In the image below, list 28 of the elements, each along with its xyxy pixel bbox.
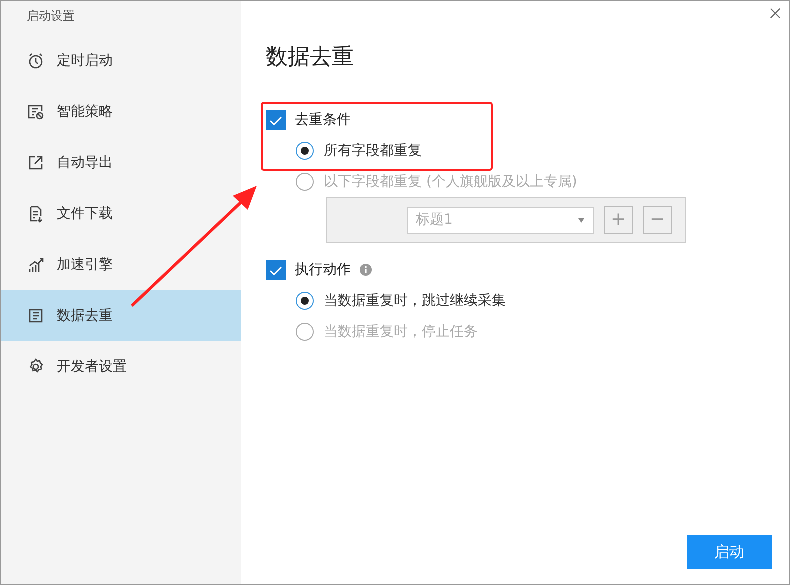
checkbox[interactable]	[266, 110, 286, 130]
radio-button[interactable]	[296, 292, 314, 310]
sidebar-item[interactable]: 智能策略	[1, 86, 241, 137]
document-block-icon	[27, 102, 45, 120]
radio-label: 当数据重复时，跳过继续采集	[324, 292, 506, 310]
radio-button[interactable]	[296, 142, 314, 160]
sidebar-item[interactable]: 定时启动	[1, 35, 241, 86]
close-icon[interactable]	[770, 8, 781, 19]
export-icon	[27, 154, 45, 172]
sidebar-item[interactable]: 加速引擎	[1, 239, 241, 290]
window-title: 启动设置	[26, 8, 76, 25]
info-icon[interactable]	[360, 264, 372, 276]
sidebar-item[interactable]: 数据去重	[1, 290, 241, 341]
checkbox[interactable]	[266, 260, 286, 280]
settings-icon	[27, 358, 45, 376]
radio-label: 以下字段都重复 (个人旗舰版及以上专属)	[324, 172, 578, 190]
checkbox-label: 执行动作	[295, 261, 351, 279]
list-icon	[27, 306, 45, 324]
sidebar-item[interactable]: 文件下载	[1, 188, 241, 239]
sidebar-item[interactable]: 自动导出	[1, 137, 241, 188]
sidebar-item[interactable]: 开发者设置	[1, 341, 241, 392]
page-heading: 数据去重	[266, 44, 355, 72]
checkbox-label: 去重条件	[295, 111, 351, 129]
radio-label: 所有字段都重复	[324, 142, 422, 160]
chart-up-icon	[27, 256, 45, 274]
radio-label: 当数据重复时，停止任务	[324, 322, 478, 340]
alarm-clock-icon	[27, 52, 45, 70]
caret-icon	[578, 218, 585, 222]
